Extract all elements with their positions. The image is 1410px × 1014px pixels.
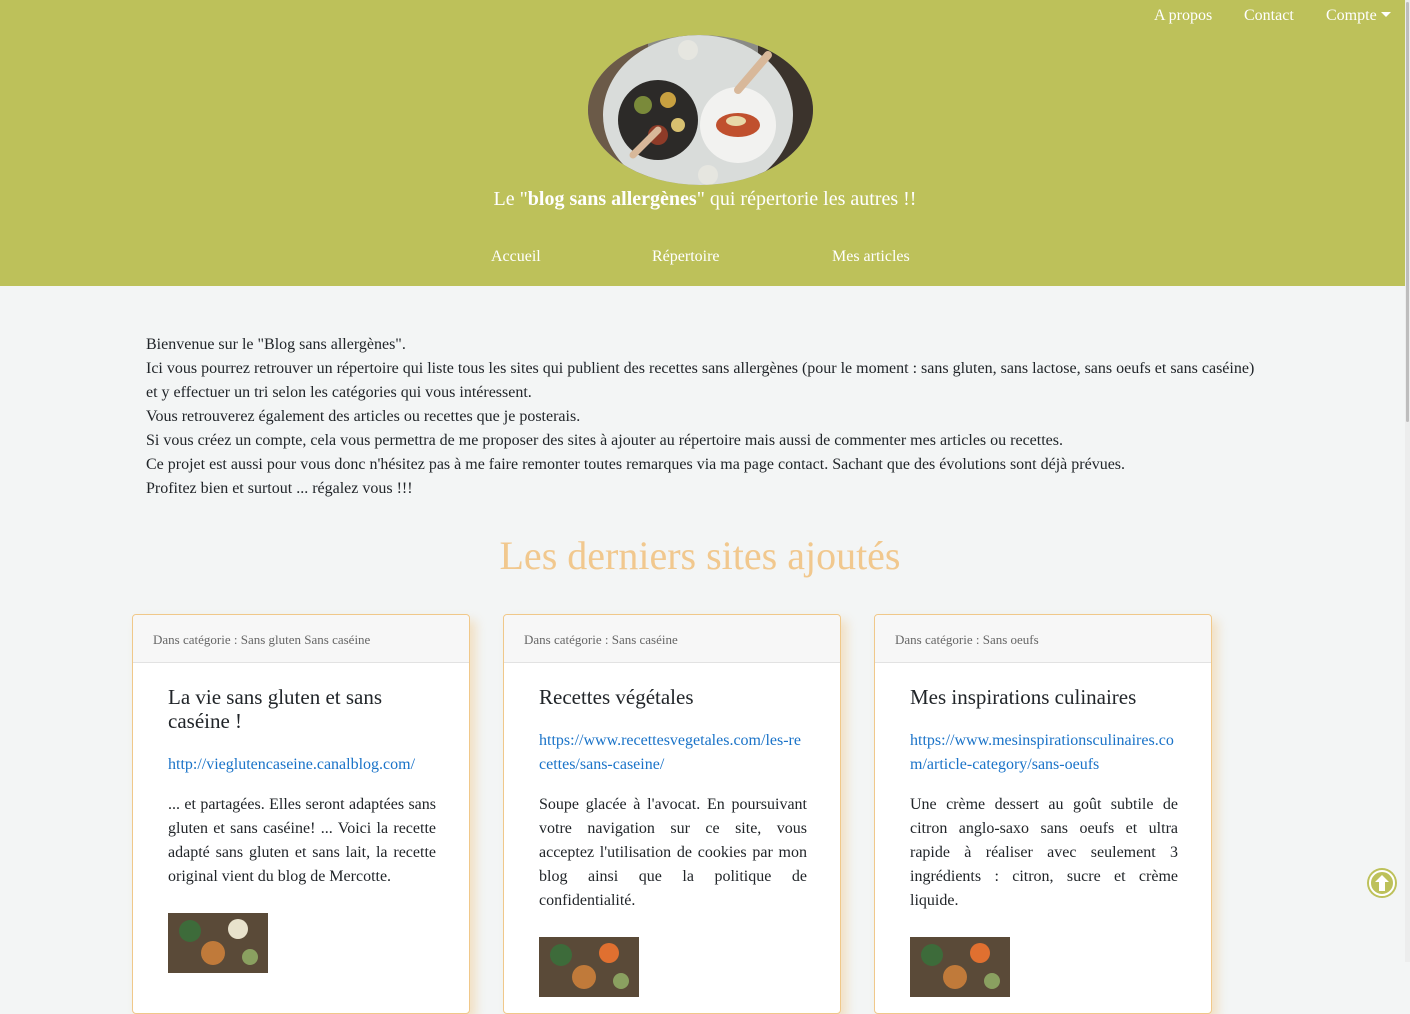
section-title: Les derniers sites ajoutés [499,533,901,578]
card-site-link[interactable]: http://vieglutencaseine.canalblog.com/ [168,753,436,777]
site-card: Dans catégorie : Sans caséine Recettes v… [503,614,841,1014]
card-title: La vie sans gluten et sans caséine ! [168,685,383,733]
page-scrollbar-thumb[interactable] [1406,2,1409,422]
card-thumbnail [168,913,268,973]
card-category: Dans catégorie : Sans oeufs [875,615,1211,663]
intro-line: et y effectuer un tri selon les catégori… [146,384,532,401]
caret-down-icon [1380,12,1391,17]
nav-account-dropdown[interactable]: Compte [1326,7,1391,25]
nav-about-link[interactable]: A propos [1154,7,1212,25]
intro-line: Ce projet est aussi pour vous donc n'hés… [146,456,1126,473]
account-label: Compte [1326,7,1377,24]
card-thumbnail [539,937,639,997]
card-site-link[interactable]: https://www.recettesvegetales.com/les-re… [539,729,807,777]
arrow-up-circle-icon [1367,868,1397,898]
intro-line: Ici vous pourrez retrouver un répertoire… [146,360,1255,377]
site-tagline: Le "blog sans allergènes" qui répertorie… [0,188,1410,211]
card-description: Une crème dessert au goût subtile de cit… [910,796,1178,909]
card-body: Recettes végétales https://www.recettesv… [539,685,807,997]
intro-line: Profitez bien et surtout ... régalez vou… [146,480,413,497]
scroll-to-top-button[interactable] [1366,867,1398,899]
card-body: La vie sans gluten et sans caséine ! htt… [168,685,436,973]
nav-contact-link[interactable]: Contact [1244,7,1294,25]
nav-home-link[interactable]: Accueil [491,248,541,266]
intro-line: Bienvenue sur le "Blog sans allergènes". [146,336,406,353]
tagline-before: Le " [493,188,528,210]
hero-food-image [588,35,813,185]
intro-text: Bienvenue sur le "Blog sans allergènes".… [146,333,1276,501]
site-card: Dans catégorie : Sans gluten Sans caséin… [132,614,470,1014]
card-description: ... et partagées. Elles seront adaptées … [168,796,436,885]
intro-line: Si vous créez un compte, cela vous perme… [146,432,1063,449]
intro-line: Vous retrouverez également des articles … [146,408,581,425]
card-site-link[interactable]: https://www.mesinspirationsculinaires.co… [910,729,1178,777]
site-header: A propos Contact Compte Le "blog sans al… [0,0,1410,286]
top-navigation: A propos Contact Compte [0,6,1410,28]
card-title: Mes inspirations culinaires [910,685,1137,709]
tagline-blog-name: blog sans allergènes [527,188,697,210]
nav-directory-link[interactable]: Répertoire [652,248,720,266]
card-description: Soupe glacée à l'avocat. En poursuivant … [539,796,807,909]
site-card: Dans catégorie : Sans oeufs Mes inspirat… [874,614,1212,1014]
card-thumbnail [910,937,1010,997]
card-body: Mes inspirations culinaires https://www.… [910,685,1178,997]
card-title: Recettes végétales [539,685,694,709]
tagline-after: " qui répertorie les autres !! [696,188,917,210]
card-category: Dans catégorie : Sans gluten Sans caséin… [133,615,469,663]
nav-articles-link[interactable]: Mes articles [832,248,910,266]
card-category: Dans catégorie : Sans caséine [504,615,840,663]
